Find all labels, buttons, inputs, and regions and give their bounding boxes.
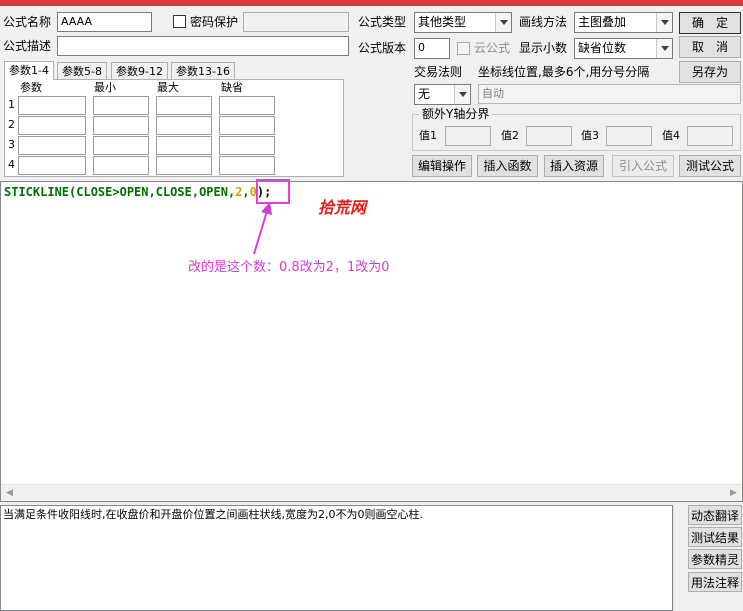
chevron-down-icon <box>454 85 470 104</box>
formula-name-input[interactable]: AAAA <box>57 12 152 32</box>
code-text: STICKLINE(CLOSE>OPEN,CLOSE,OPEN, <box>4 185 236 199</box>
trade-rule-select[interactable]: 无 <box>414 84 471 105</box>
param-min-cell[interactable] <box>93 96 149 115</box>
scroll-right-icon[interactable]: ▶ <box>725 485 742 501</box>
vertical-scrollbar[interactable] <box>673 505 686 611</box>
import-formula-button: 引入公式 <box>612 155 674 177</box>
yaxis-value-2-input <box>526 126 572 146</box>
formula-desc-input[interactable] <box>57 36 349 56</box>
tab-params-9-12[interactable]: 参数9-12 <box>111 62 168 80</box>
row-number: 4 <box>8 158 15 171</box>
coord-label: 坐标线位置,最多6个,用分号分隔 <box>478 65 650 79</box>
param-default-cell[interactable] <box>219 96 275 115</box>
ok-button[interactable]: 确 定 <box>679 12 741 34</box>
yaxis-group-label: 额外Y轴分界 <box>419 107 493 121</box>
save-as-button[interactable]: 另存为 <box>679 61 741 83</box>
formula-type-select[interactable]: 其他类型 <box>414 12 512 33</box>
annotation-arrow-icon <box>253 202 272 255</box>
param-min-cell[interactable] <box>93 136 149 155</box>
chevron-down-icon <box>656 39 672 58</box>
usage-description[interactable]: 当满足条件收阳线时,在收盘价和开盘价位置之间画柱状线,宽度为2,0不为0则画空心… <box>0 505 673 611</box>
tab-params-5-8[interactable]: 参数5-8 <box>57 62 107 80</box>
formula-type-label: 公式类型 <box>358 15 407 29</box>
param-max-cell[interactable] <box>156 96 212 115</box>
annotation-note: 改的是这个数：0.8改为2，1改为0 <box>188 260 390 275</box>
max-col-header: 最大 <box>157 81 179 94</box>
yaxis-value-label: 值3 <box>581 129 599 142</box>
test-formula-button[interactable]: 测试公式 <box>679 155 741 177</box>
formula-desc-label: 公式描述 <box>3 39 52 53</box>
password-checkbox[interactable] <box>173 15 186 28</box>
yaxis-value-4-input <box>687 126 733 146</box>
default-col-header: 缺省 <box>221 81 243 94</box>
trade-rule-label: 交易法则 <box>414 65 463 79</box>
decimal-select[interactable]: 缺省位数 <box>574 38 673 59</box>
horizontal-scrollbar[interactable]: ◀ ▶ <box>1 484 742 501</box>
param-default-cell[interactable] <box>219 136 275 155</box>
yaxis-value-3-input <box>606 126 652 146</box>
tab-params-1-4[interactable]: 参数1-4 <box>4 61 54 80</box>
password-input <box>243 12 349 32</box>
test-result-button[interactable]: 测试结果 <box>688 527 742 547</box>
yaxis-value-1-input <box>445 126 491 146</box>
param-wizard-button[interactable]: 参数精灵 <box>688 549 742 569</box>
code-editor[interactable] <box>0 181 743 502</box>
formula-version-label: 公式版本 <box>358 41 407 55</box>
cloud-label: 云公式 <box>474 41 511 55</box>
chevron-down-icon <box>656 13 672 32</box>
formula-version-input[interactable]: 0 <box>414 38 450 59</box>
chevron-down-icon <box>495 13 511 32</box>
param-min-cell[interactable] <box>93 156 149 175</box>
row-number: 1 <box>8 98 15 111</box>
formula-name-label: 公式名称 <box>3 15 52 29</box>
code-comma: , <box>242 185 250 199</box>
usage-notes-button[interactable]: 用法注释 <box>688 572 742 592</box>
row-number: 2 <box>8 118 15 131</box>
decimal-value: 缺省位数 <box>578 41 627 55</box>
password-label: 密码保护 <box>190 15 239 29</box>
param-name-cell[interactable] <box>18 116 86 135</box>
usage-description-text: 当满足条件收阳线时,在收盘价和开盘价位置之间画柱状线,宽度为2,0不为0则画空心… <box>3 508 423 521</box>
param-name-cell[interactable] <box>18 96 86 115</box>
param-name-cell[interactable] <box>18 136 86 155</box>
title-bar <box>0 0 743 6</box>
draw-method-value: 主图叠加 <box>578 15 627 29</box>
draw-method-select[interactable]: 主图叠加 <box>574 12 673 33</box>
param-min-cell[interactable] <box>93 116 149 135</box>
param-max-cell[interactable] <box>156 156 212 175</box>
insert-function-button[interactable]: 插入函数 <box>477 155 538 177</box>
min-col-header: 最小 <box>94 81 116 94</box>
decimal-label: 显示小数 <box>519 41 568 55</box>
param-default-cell[interactable] <box>219 116 275 135</box>
formula-type-value: 其他类型 <box>418 15 467 29</box>
param-name-cell[interactable] <box>18 156 86 175</box>
yaxis-value-label: 值2 <box>501 129 519 142</box>
edit-ops-button[interactable]: 编辑操作 <box>412 155 472 177</box>
param-default-cell[interactable] <box>219 156 275 175</box>
param-col-header: 参数 <box>20 81 42 94</box>
param-max-cell[interactable] <box>156 136 212 155</box>
yaxis-value-label: 值1 <box>419 129 437 142</box>
insert-resource-button[interactable]: 插入资源 <box>544 155 604 177</box>
code-line: STICKLINE(CLOSE>OPEN,CLOSE,OPEN,2,0); <box>4 184 271 200</box>
tab-params-13-16[interactable]: 参数13-16 <box>171 62 235 80</box>
draw-method-label: 画线方法 <box>519 15 568 29</box>
dynamic-translate-button[interactable]: 动态翻译 <box>688 505 742 525</box>
scroll-left-icon[interactable]: ◀ <box>1 485 18 501</box>
yaxis-value-label: 值4 <box>662 129 680 142</box>
row-number: 3 <box>8 138 15 151</box>
cloud-checkbox <box>457 42 470 55</box>
trade-rule-value: 无 <box>418 87 431 101</box>
param-max-cell[interactable] <box>156 116 212 135</box>
watermark-text: 拾荒网 <box>318 198 367 217</box>
coord-input[interactable]: 自动 <box>478 84 741 104</box>
cancel-button[interactable]: 取 消 <box>679 36 741 58</box>
